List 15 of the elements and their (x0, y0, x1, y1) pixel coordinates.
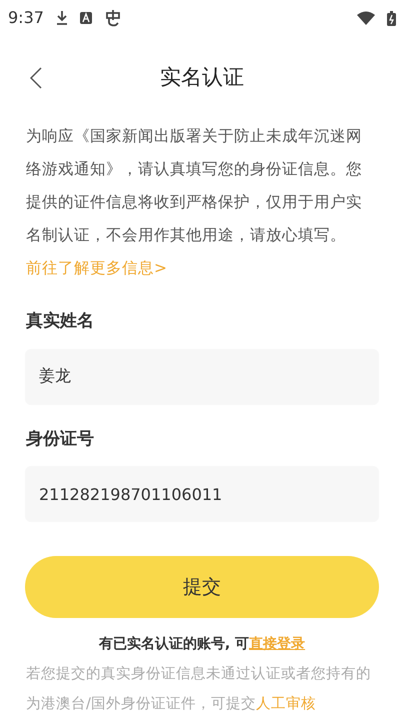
page-title: 实名认证 (160, 64, 244, 92)
status-time: 9:37 (8, 7, 44, 29)
battery-icon (387, 10, 396, 26)
field-label: 真实姓名 (26, 310, 95, 333)
wifi-icon (357, 11, 375, 25)
app-icon (80, 12, 92, 24)
note-text: 若您提交的真实身份证信息未通过认证或者您持有的为港澳台/国外身份证证件，可提交人工审核 (26, 664, 372, 714)
input-field[interactable]: 姜龙 (25, 348, 379, 404)
input-field[interactable]: 211282198701106011 (25, 466, 379, 522)
back-icon (30, 67, 42, 89)
download-icon (56, 11, 68, 25)
intro-text: 为响应《国家新闻出版署关于防止未成年沉迷网络游戏通知》，请认真填写您的身份证信息。您提供的证件信息将收到严格保护，仅用于用户实名制认证，不会用作其他用途，请放心填写。 前往了解更多信息> (26, 126, 363, 279)
field-label: 身份证号 (26, 428, 95, 450)
submit-button[interactable]: 提交 (25, 556, 379, 618)
login-prompt: 有已实名认证的账号, 可直接登录 (98, 634, 306, 654)
